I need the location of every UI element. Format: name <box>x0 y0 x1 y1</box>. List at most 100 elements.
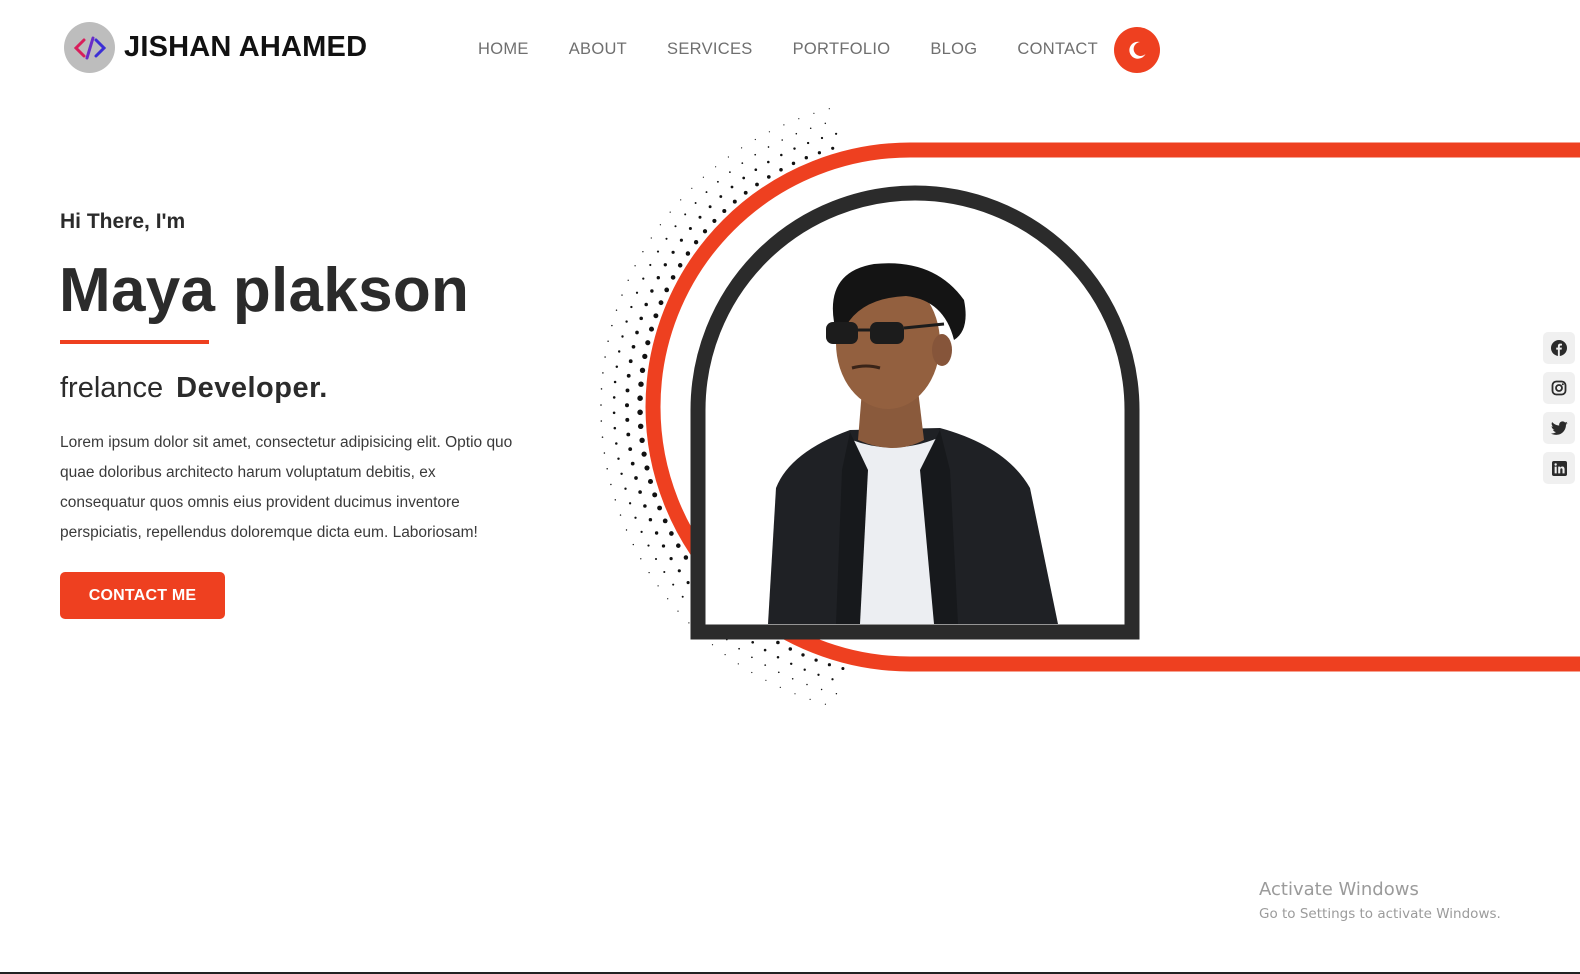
halftone-dot <box>665 237 668 240</box>
halftone-dot <box>625 417 630 422</box>
halftone-dot <box>831 146 835 150</box>
halftone-dot <box>776 656 780 659</box>
twitter-link[interactable] <box>1543 412 1575 444</box>
halftone-dots <box>600 108 845 705</box>
halftone-dot <box>741 162 744 164</box>
halftone-dot <box>680 199 682 201</box>
code-logo-icon <box>64 22 115 73</box>
halftone-dot <box>693 240 699 245</box>
halftone-dot <box>615 442 618 445</box>
halftone-dot <box>722 208 727 214</box>
hero-role: frelance Developer. <box>60 370 328 406</box>
halftone-dot <box>647 478 654 485</box>
halftone-dot <box>638 490 642 494</box>
photo-frame <box>690 185 1140 640</box>
name-underline <box>60 340 209 344</box>
halftone-dot <box>702 618 705 621</box>
watermark-title: Activate Windows <box>1259 879 1419 900</box>
halftone-dot <box>715 166 717 168</box>
halftone-dot <box>754 168 758 172</box>
halftone-dot <box>600 404 602 406</box>
nav-services[interactable]: SERVICES <box>667 39 753 59</box>
nav-portfolio[interactable]: PORTFOLIO <box>793 39 891 59</box>
halftone-dot <box>727 156 730 158</box>
halftone-dot <box>612 411 616 415</box>
halftone-dot <box>743 190 748 195</box>
linkedin-link[interactable] <box>1543 452 1575 484</box>
halftone-dot <box>661 544 666 548</box>
halftone-dot <box>835 692 838 695</box>
halftone-dot <box>602 372 604 374</box>
nav-blog[interactable]: BLOG <box>930 39 977 59</box>
halftone-dot <box>705 191 708 194</box>
halftone-dot <box>817 151 822 155</box>
halftone-dot <box>607 340 609 342</box>
linkedin-icon <box>1551 460 1567 476</box>
halftone-dot <box>647 544 650 547</box>
halftone-dot <box>767 146 770 148</box>
instagram-link[interactable] <box>1543 372 1575 404</box>
halftone-dot <box>667 598 669 600</box>
halftone-dot <box>671 250 675 254</box>
halftone-dot <box>614 499 617 501</box>
halftone-dot <box>700 577 705 583</box>
halftone-dot <box>645 340 651 346</box>
hero-bio: Lorem ipsum dolor sit amet, consectetur … <box>60 434 513 541</box>
halftone-dot <box>638 381 644 387</box>
halftone-dot <box>606 468 608 470</box>
halftone-dot <box>640 530 643 534</box>
halftone-dot <box>631 344 636 349</box>
halftone-dot <box>639 437 645 443</box>
halftone-dot <box>642 353 648 360</box>
halftone-dot <box>752 625 756 630</box>
halftone-dot <box>751 671 753 674</box>
halftone-dot <box>656 276 660 280</box>
halftone-dot <box>791 161 796 166</box>
halftone-dot <box>604 356 606 358</box>
halftone-dot <box>725 638 728 641</box>
halftone-dot <box>664 287 670 293</box>
halftone-dot <box>764 664 767 666</box>
activate-windows-watermark: Activate Windows Go to Settings to activ… <box>1259 878 1501 924</box>
halftone-dot <box>625 320 628 323</box>
halftone-dot <box>600 420 603 422</box>
halftone-dot <box>806 141 810 145</box>
halftone-dot <box>649 263 652 267</box>
nav-about[interactable]: ABOUT <box>569 39 627 59</box>
halftone-dot <box>626 373 631 378</box>
halftone-dot <box>788 647 793 651</box>
halftone-dot <box>809 127 812 129</box>
halftone-dot <box>755 182 759 187</box>
halftone-dot <box>657 585 659 587</box>
halftone-dot <box>617 350 621 353</box>
halftone-dot <box>683 555 689 560</box>
instagram-icon <box>1551 380 1567 396</box>
halftone-dot <box>684 213 687 216</box>
halftone-dot <box>644 302 648 307</box>
twitter-icon <box>1550 420 1568 435</box>
halftone-dot <box>627 279 629 281</box>
nav-home[interactable]: HOME <box>478 39 529 59</box>
halftone-dot <box>754 138 756 141</box>
halftone-dot <box>729 171 731 173</box>
halftone-dot <box>699 633 702 635</box>
halftone-dot <box>613 426 617 430</box>
brand-logo[interactable]: JISHAN AHAMED <box>64 22 367 73</box>
nav-contact[interactable]: CONTACT <box>1017 39 1098 59</box>
contact-me-button[interactable]: CONTACT ME <box>60 572 225 619</box>
halftone-dot <box>798 118 800 120</box>
halftone-dot <box>738 647 740 650</box>
halftone-dot <box>765 679 767 681</box>
accent-outline-shape <box>645 142 1580 672</box>
halftone-dot <box>611 324 613 327</box>
facebook-link[interactable] <box>1543 332 1575 364</box>
theme-toggle-button[interactable] <box>1114 27 1160 73</box>
halftone-dot <box>719 598 724 603</box>
halftone-dot <box>641 451 647 457</box>
brand-name: JISHAN AHAMED <box>124 31 368 63</box>
halftone-dot <box>817 673 820 676</box>
halftone-dot <box>644 465 650 471</box>
halftone-dot <box>740 617 745 622</box>
halftone-dot <box>814 658 818 662</box>
halftone-dot <box>781 139 783 141</box>
